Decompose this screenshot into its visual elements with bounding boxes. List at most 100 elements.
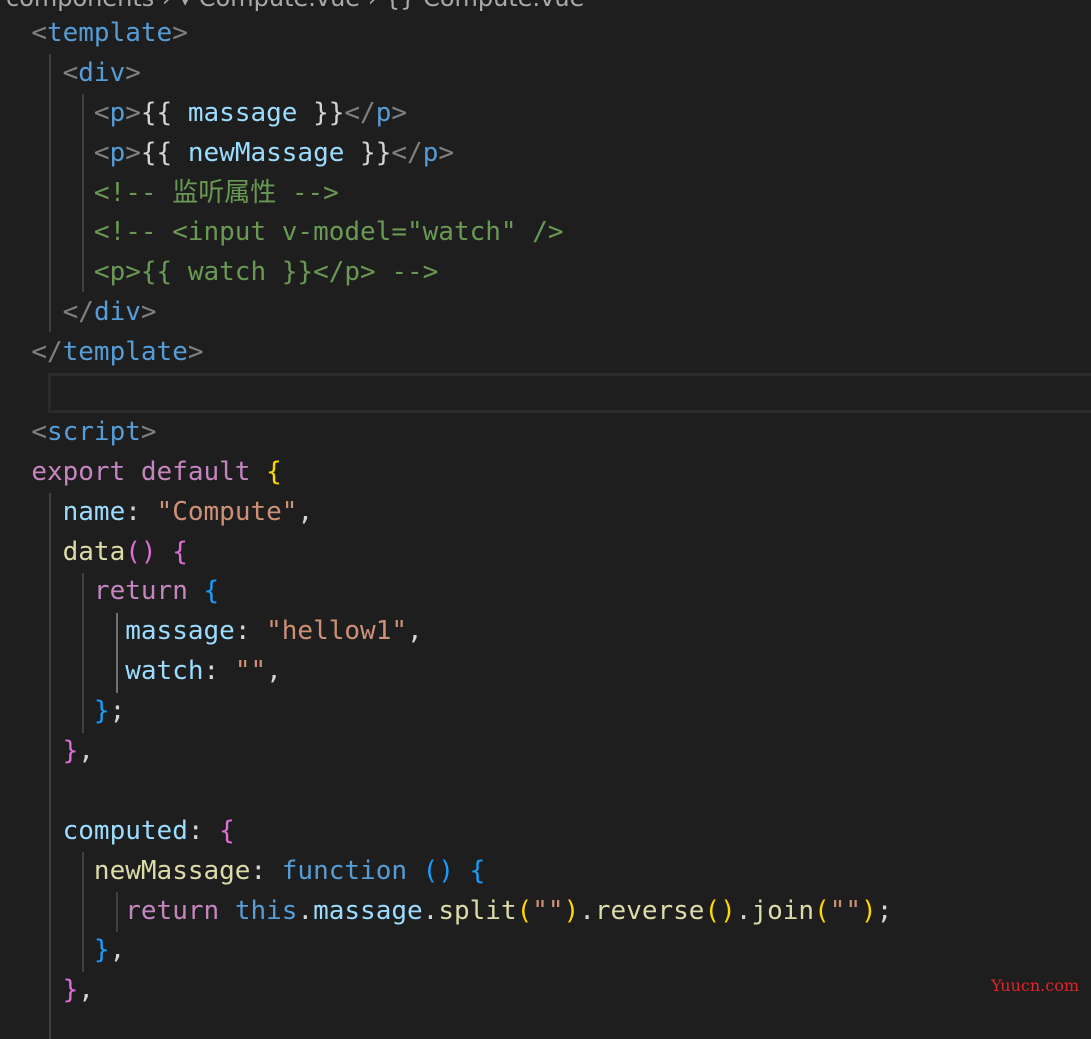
code-token: div [93,297,141,328]
code-token: { [219,815,235,846]
code-line[interactable]: }, [0,931,1091,971]
code-token: p [422,137,439,168]
code-token: } [93,935,110,966]
code-line[interactable]: <p>{{ watch }}</p> --> [0,253,1091,293]
code-token: newMassage [187,137,345,168]
code-lines[interactable]: <template> <div> <p>{{ massage }}</p> <p… [0,14,1091,1039]
code-token: , [407,616,423,647]
code-editor[interactable]: components › ▾ Compute.vue › {} Compute.… [0,0,1091,1039]
code-token: ) [563,895,580,926]
code-token: template [46,18,173,48]
watermark: Yuucn.com [991,976,1079,995]
code-line[interactable]: massage: "hellow1", [0,612,1091,652]
code-line[interactable]: <template> [0,14,1091,54]
current-line-highlight[interactable] [48,373,1091,413]
breadcrumb[interactable]: components › ▾ Compute.vue › {} Compute.… [6,0,584,10]
code-line[interactable] [0,1011,1091,1039]
code-token: { [266,456,282,487]
code-token: </ [391,137,423,168]
code-token: }} [297,97,345,128]
code-token: name [62,496,126,527]
code-line[interactable]: <script> [0,413,1091,453]
code-token: > [187,337,204,368]
code-token: return [125,895,220,926]
code-line[interactable]: }; [0,692,1091,732]
code-token: ; [109,696,126,727]
code-token: <p>{{ watch }}</p> --> [93,257,439,288]
code-line[interactable]: newMassage: function () { [0,852,1091,892]
code-token: < [31,416,47,447]
code-line[interactable]: name: "Compute", [0,493,1091,533]
code-token: , [109,935,126,966]
code-line[interactable]: computed: { [0,812,1091,852]
code-token: "" [532,895,564,926]
code-line[interactable]: return this.massage.split("").reverse().… [0,892,1091,932]
code-token: . [297,895,314,926]
code-token: () [422,855,454,886]
code-line[interactable]: <p>{{ newMassage }}</p> [0,134,1091,174]
code-token: () [704,895,736,926]
code-token: template [62,337,188,368]
code-token: : [234,616,267,647]
code-token: join [751,895,815,926]
code-token: massage [187,97,298,128]
code-token: > [125,57,141,88]
code-token: ( [814,895,830,926]
code-line[interactable]: return { [0,572,1091,612]
code-line[interactable] [0,772,1091,812]
code-line[interactable]: }, [0,732,1091,772]
code-token: > [391,97,408,128]
code-line[interactable]: data() { [0,533,1091,573]
code-token: "" [829,895,862,926]
code-line[interactable]: <p>{{ massage }}</p> [0,94,1091,134]
code-token: () [125,536,157,567]
code-token: ; [876,895,893,926]
code-line[interactable]: <div> [0,54,1091,94]
code-token: <!-- <input v-model="watch" /> [93,217,564,248]
code-token: p [375,97,392,128]
code-token: massage [125,616,235,647]
code-token: "hellow1" [266,616,408,647]
code-token: > [140,416,157,447]
code-token: { [469,855,486,886]
code-line[interactable]: <!-- <input v-model="watch" /> [0,213,1091,253]
code-line[interactable]: </div> [0,293,1091,333]
code-token: div [78,57,126,88]
code-token: , [78,736,94,767]
code-token: watch [125,656,204,687]
code-token: computed [62,815,188,846]
code-token: export [31,456,126,487]
code-token: > [438,137,454,168]
code-line[interactable]: export default { [0,453,1091,493]
code-line[interactable]: </template> [0,333,1091,373]
code-token: p [109,97,126,128]
code-token: p [109,137,126,168]
code-token: "" [234,656,267,687]
code-token: ( [516,895,533,926]
code-token: newMassage [93,855,251,886]
code-token: > [140,297,157,328]
code-token: { [172,536,188,567]
code-line[interactable]: }, [0,971,1091,1011]
code-line[interactable]: watch: "", [0,652,1091,692]
code-token: , [266,656,282,687]
code-line[interactable]: <!-- 监听属性 --> [0,174,1091,214]
